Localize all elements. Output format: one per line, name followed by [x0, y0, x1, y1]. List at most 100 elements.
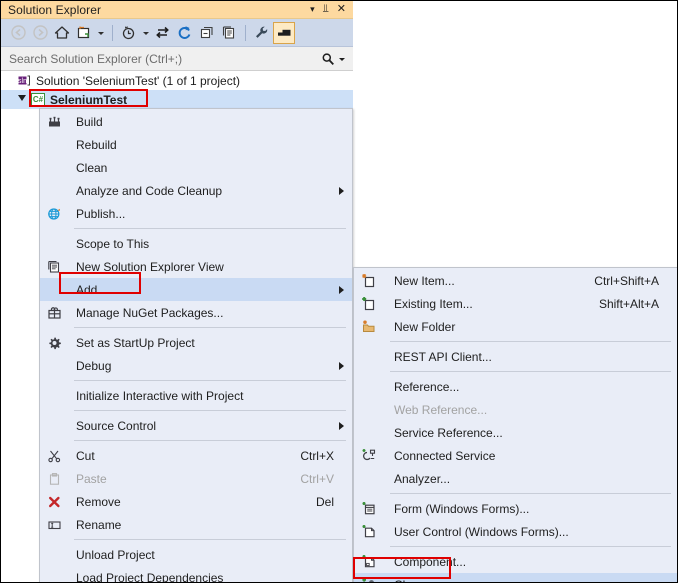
menu-item-manage-nuget-packages[interactable]: Manage NuGet Packages... — [40, 301, 352, 324]
remove-x-icon — [40, 490, 68, 513]
pin-icon[interactable]: ⫫ — [323, 4, 329, 15]
menu-item-clean[interactable]: Clean — [40, 156, 352, 179]
menu-item-label: Set as StartUp Project — [76, 335, 195, 350]
search-input[interactable]: Search Solution Explorer (Ctrl+;) — [1, 52, 321, 66]
menu-item-icon-empty — [40, 278, 68, 301]
tool-window-title-bar: Solution Explorer ▾ ⫫ ✕ — [1, 1, 353, 19]
menu-item-debug[interactable]: Debug — [40, 354, 352, 377]
menu-item-build[interactable]: Build — [40, 110, 352, 133]
solution-explorer-screenshot: Solution Explorer ▾ ⫫ ✕ Search Solution … — [0, 0, 678, 583]
menu-item-label: Publish... — [76, 206, 126, 221]
menu-item-label: Remove — [76, 494, 121, 509]
submenu-item-label: REST API Client... — [394, 349, 492, 364]
submenu-item-connected-service[interactable]: Connected Service — [354, 444, 677, 467]
rename-icon — [40, 513, 68, 536]
back-button[interactable] — [7, 22, 29, 44]
submenu-item-reference[interactable]: Reference... — [354, 375, 677, 398]
menu-item-new-solution-explorer-view[interactable]: New Solution Explorer View — [40, 255, 352, 278]
menu-item-paste[interactable]: Paste Ctrl+V — [40, 467, 352, 490]
menu-item-set-as-startup-project[interactable]: Set as StartUp Project — [40, 331, 352, 354]
submenu-item-rest-api-client[interactable]: REST API Client... — [354, 345, 677, 368]
new-folder-icon — [354, 315, 384, 338]
tree-node-project-label: SeleniumTest — [50, 92, 128, 107]
menu-item-add[interactable]: Add — [40, 278, 352, 301]
connected-service-icon — [354, 444, 384, 467]
chevron-down-icon[interactable] — [338, 55, 346, 63]
menu-item-label: Initialize Interactive with Project — [76, 388, 244, 403]
submenu-arrow-icon — [339, 186, 344, 195]
menu-separator — [74, 440, 346, 441]
submenu-item-analyzer[interactable]: Analyzer... — [354, 467, 677, 490]
svg-text:sln: sln — [18, 78, 27, 85]
tree-node-solution-label: Solution 'SeleniumTest' (1 of 1 project) — [36, 73, 241, 88]
menu-item-icon-empty — [40, 179, 68, 202]
submenu-item-form-windows-forms[interactable]: Form (Windows Forms)... — [354, 497, 677, 520]
new-view-dropdown[interactable] — [95, 22, 107, 44]
submenu-item-new-item[interactable]: New Item... Ctrl+Shift+A — [354, 269, 677, 292]
menu-separator — [74, 539, 346, 540]
pending-changes-dropdown[interactable] — [140, 22, 152, 44]
menu-item-icon-empty — [40, 156, 68, 179]
menu-item-label: Rename — [76, 517, 122, 532]
submenu-item-component[interactable]: Component... — [354, 550, 677, 573]
submenu-item-icon-empty — [354, 421, 384, 444]
tool-window-title-buttons: ▾ ⫫ ✕ — [310, 4, 353, 15]
close-icon[interactable]: ✕ — [337, 4, 346, 15]
sync-with-active-document-button[interactable] — [152, 22, 174, 44]
add-user-control-icon — [354, 520, 384, 543]
tree-expander-project[interactable] — [15, 90, 29, 109]
dropdown-icon[interactable]: ▾ — [310, 5, 315, 14]
menu-item-analyze-and-code-cleanup[interactable]: Analyze and Code Cleanup — [40, 179, 352, 202]
submenu-item-icon-empty — [354, 345, 384, 368]
submenu-item-new-folder[interactable]: New Folder — [354, 315, 677, 338]
submenu-item-existing-item[interactable]: Existing Item... Shift+Alt+A — [354, 292, 677, 315]
submenu-arrow-icon — [339, 421, 344, 430]
menu-item-publish[interactable]: Publish... — [40, 202, 352, 225]
solution-icon: sln — [15, 73, 33, 89]
menu-separator — [74, 228, 346, 229]
submenu-item-label: Form (Windows Forms)... — [394, 501, 530, 516]
chevron-down-icon — [18, 95, 26, 105]
forward-button[interactable] — [29, 22, 51, 44]
preview-selected-items-button[interactable] — [273, 21, 295, 44]
submenu-item-label: Class... — [384, 578, 677, 583]
menu-item-rename[interactable]: Rename — [40, 513, 352, 536]
submenu-item-label: Component... — [394, 554, 467, 569]
menu-separator — [74, 380, 346, 381]
nuget-icon — [40, 301, 68, 324]
submenu-item-class[interactable]: Class... — [354, 573, 677, 583]
search-box-icons — [321, 52, 353, 66]
tool-window-title: Solution Explorer — [8, 2, 102, 17]
menu-item-load-project-dependencies[interactable]: Load Project Dependencies — [40, 566, 352, 583]
menu-item-remove[interactable]: Remove Del — [40, 490, 352, 513]
toolbar-separator — [112, 24, 113, 41]
menu-item-source-control[interactable]: Source Control — [40, 414, 352, 437]
properties-button[interactable] — [251, 22, 273, 44]
tree-node-solution[interactable]: sln Solution 'SeleniumTest' (1 of 1 proj… — [1, 71, 353, 90]
submenu-item-shortcut: Ctrl+Shift+A — [594, 273, 659, 288]
collapse-all-button[interactable] — [196, 22, 218, 44]
submenu-item-service-reference[interactable]: Service Reference... — [354, 421, 677, 444]
menu-separator — [74, 327, 346, 328]
menu-item-cut[interactable]: Cut Ctrl+X — [40, 444, 352, 467]
submenu-item-label: Analyzer... — [394, 471, 451, 486]
menu-item-label: Debug — [76, 358, 112, 373]
pending-changes-button[interactable] — [118, 22, 140, 44]
refresh-button[interactable] — [174, 22, 196, 44]
submenu-item-icon-empty — [354, 398, 384, 421]
search-solution-explorer-box[interactable]: Search Solution Explorer (Ctrl+;) — [1, 47, 353, 71]
submenu-item-user-control-windows-forms[interactable]: User Control (Windows Forms)... — [354, 520, 677, 543]
menu-item-icon-empty — [40, 133, 68, 156]
menu-item-unload-project[interactable]: Unload Project — [40, 543, 352, 566]
home-button[interactable] — [51, 22, 73, 44]
new-item-icon — [354, 269, 384, 292]
menu-item-icon-empty — [40, 566, 68, 582]
show-all-files-button[interactable] — [218, 22, 240, 44]
menu-item-scope-to-this[interactable]: Scope to This — [40, 232, 352, 255]
search-icon[interactable] — [321, 52, 335, 66]
submenu-item-web-reference[interactable]: Web Reference... — [354, 398, 677, 421]
tree-node-project-seleniumtest[interactable]: C# SeleniumTest — [1, 90, 353, 109]
menu-item-initialize-interactive-with-project[interactable]: Initialize Interactive with Project — [40, 384, 352, 407]
menu-item-rebuild[interactable]: Rebuild — [40, 133, 352, 156]
new-solution-view-button[interactable] — [73, 22, 95, 44]
